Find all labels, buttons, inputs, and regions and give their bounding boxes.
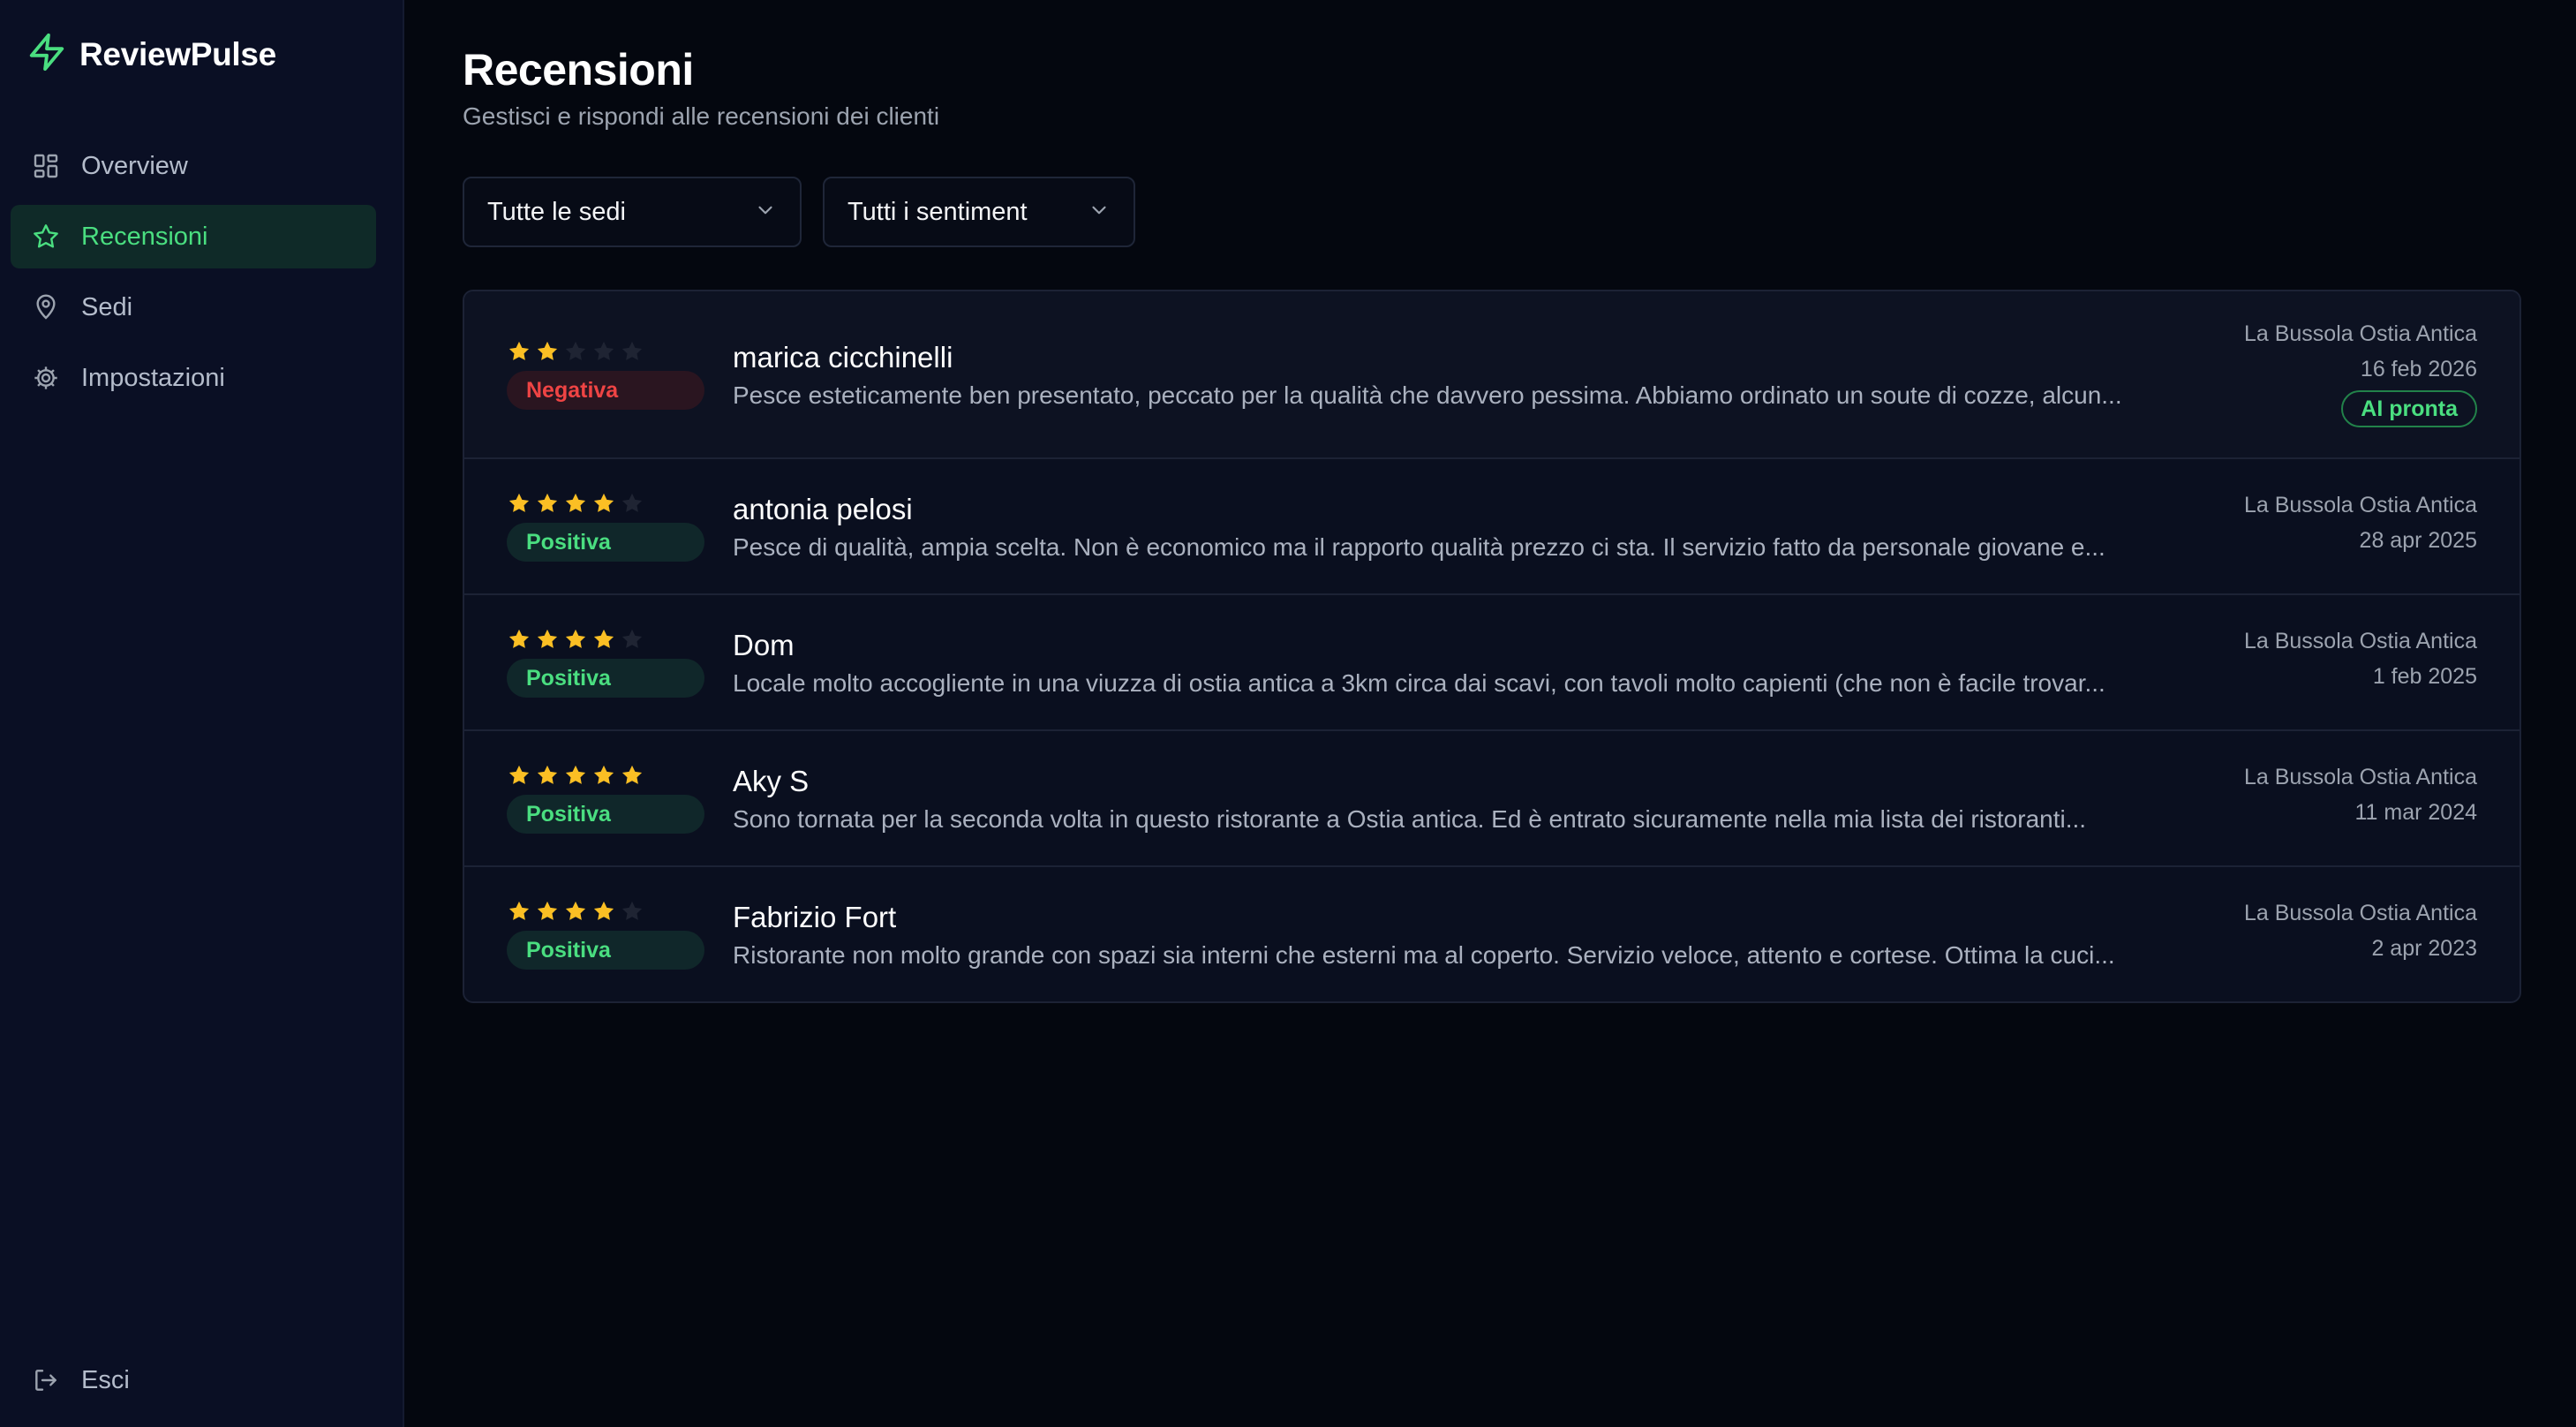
review-location: La Bussola Ostia Antica bbox=[2243, 901, 2477, 925]
review-text: Pesce esteticamente ben presentato, pecc… bbox=[733, 381, 2122, 409]
star-empty-icon bbox=[620, 491, 644, 520]
star-rating bbox=[507, 899, 644, 928]
logout-button[interactable]: Esci bbox=[11, 1348, 376, 1412]
star-empty-icon bbox=[620, 899, 644, 928]
review-date: 28 apr 2025 bbox=[2359, 528, 2477, 553]
star-filled-icon bbox=[535, 763, 560, 792]
star-filled-icon bbox=[563, 627, 588, 656]
review-row[interactable]: Positiva Fabrizio Fort Ristorante non mo… bbox=[464, 867, 2520, 1001]
star-filled-icon bbox=[620, 763, 644, 792]
sidebar: ReviewPulse Overview Recensioni Sedi Imp… bbox=[0, 0, 404, 1427]
star-filled-icon bbox=[535, 339, 560, 368]
star-filled-icon bbox=[507, 491, 531, 520]
star-filled-icon bbox=[563, 491, 588, 520]
star-filled-icon bbox=[591, 491, 616, 520]
star-filled-icon bbox=[507, 763, 531, 792]
review-author: Dom bbox=[733, 629, 795, 661]
star-empty-icon bbox=[591, 339, 616, 368]
star-filled-icon bbox=[535, 899, 560, 928]
review-row[interactable]: Positiva Dom Locale molto accogliente in… bbox=[464, 595, 2520, 731]
chevron-down-icon bbox=[1088, 199, 1111, 226]
sidebar-item-sedi[interactable]: Sedi bbox=[11, 276, 376, 339]
sidebar-item-label: Impostazioni bbox=[81, 363, 225, 392]
map-pin-icon bbox=[32, 293, 60, 321]
sidebar-item-overview[interactable]: Overview bbox=[11, 134, 376, 198]
chevron-down-icon bbox=[754, 199, 777, 226]
star-filled-icon bbox=[507, 899, 531, 928]
review-date: 16 feb 2026 bbox=[2360, 357, 2477, 381]
review-row[interactable]: Positiva antonia pelosi Pesce di qualità… bbox=[464, 459, 2520, 595]
star-filled-icon bbox=[563, 763, 588, 792]
sentiment-badge: Positiva bbox=[507, 931, 704, 970]
review-row[interactable]: Positiva Aky S Sono tornata per la secon… bbox=[464, 731, 2520, 867]
sidebar-item-label: Overview bbox=[81, 151, 188, 180]
review-location: La Bussola Ostia Antica bbox=[2243, 321, 2477, 346]
star-empty-icon bbox=[620, 339, 644, 368]
review-location: La Bussola Ostia Antica bbox=[2243, 629, 2477, 653]
review-text: Pesce di qualità, ampia scelta. Non è ec… bbox=[733, 533, 2105, 561]
brand-name: ReviewPulse bbox=[79, 35, 276, 72]
review-author: antonia pelosi bbox=[733, 493, 913, 525]
logout-label: Esci bbox=[81, 1365, 130, 1394]
sentiment-badge: Positiva bbox=[507, 795, 704, 834]
sentiment-badge: Positiva bbox=[507, 523, 704, 562]
location-filter-value: Tutte le sedi bbox=[487, 197, 626, 226]
star-filled-icon bbox=[507, 627, 531, 656]
star-filled-icon bbox=[591, 627, 616, 656]
page-subtitle: Gestisci e rispondi alle recensioni dei … bbox=[463, 102, 940, 130]
star-rating bbox=[507, 627, 644, 656]
review-location: La Bussola Ostia Antica bbox=[2243, 765, 2477, 789]
star-rating bbox=[507, 763, 644, 792]
sentiment-filter-select[interactable]: Tutti i sentiment bbox=[823, 177, 1135, 247]
brand-logo[interactable]: ReviewPulse bbox=[26, 32, 276, 77]
star-rating bbox=[507, 491, 644, 520]
sidebar-item-label: Sedi bbox=[81, 292, 133, 321]
sentiment-badge: Positiva bbox=[507, 659, 704, 698]
review-date: 1 feb 2025 bbox=[2372, 664, 2477, 689]
ai-ready-badge: AI pronta bbox=[2341, 390, 2477, 427]
sentiment-filter-value: Tutti i sentiment bbox=[847, 197, 1028, 226]
sentiment-badge: Negativa bbox=[507, 371, 704, 410]
sidebar-item-label: Recensioni bbox=[81, 222, 208, 251]
star-empty-icon bbox=[563, 339, 588, 368]
lightning-icon bbox=[26, 32, 67, 77]
star-filled-icon bbox=[591, 763, 616, 792]
review-author: marica cicchinelli bbox=[733, 341, 953, 374]
review-location: La Bussola Ostia Antica bbox=[2243, 493, 2477, 517]
star-rating bbox=[507, 339, 644, 368]
location-filter-select[interactable]: Tutte le sedi bbox=[463, 177, 802, 247]
review-date: 2 apr 2023 bbox=[2371, 936, 2477, 961]
review-text: Sono tornata per la seconda volta in que… bbox=[733, 805, 2087, 833]
review-author: Aky S bbox=[733, 765, 810, 797]
sidebar-item-recensioni[interactable]: Recensioni bbox=[11, 205, 376, 268]
star-icon bbox=[32, 223, 60, 251]
star-filled-icon bbox=[563, 899, 588, 928]
review-text: Locale molto accogliente in una viuzza d… bbox=[733, 669, 2105, 697]
star-filled-icon bbox=[535, 491, 560, 520]
page-title: Recensioni bbox=[463, 45, 694, 94]
star-filled-icon bbox=[591, 899, 616, 928]
star-filled-icon bbox=[535, 627, 560, 656]
review-row[interactable]: Negativa marica cicchinelli Pesce esteti… bbox=[464, 291, 2520, 459]
star-empty-icon bbox=[620, 627, 644, 656]
review-text: Ristorante non molto grande con spazi si… bbox=[733, 941, 2115, 969]
review-date: 11 mar 2024 bbox=[2354, 800, 2477, 825]
star-filled-icon bbox=[507, 339, 531, 368]
review-author: Fabrizio Fort bbox=[733, 901, 897, 933]
dashboard-grid-icon bbox=[32, 152, 60, 180]
reviews-list: Negativa marica cicchinelli Pesce esteti… bbox=[463, 290, 2521, 1003]
sidebar-item-impostazioni[interactable]: Impostazioni bbox=[11, 346, 376, 410]
logout-icon bbox=[32, 1366, 60, 1394]
gear-icon bbox=[32, 364, 60, 392]
